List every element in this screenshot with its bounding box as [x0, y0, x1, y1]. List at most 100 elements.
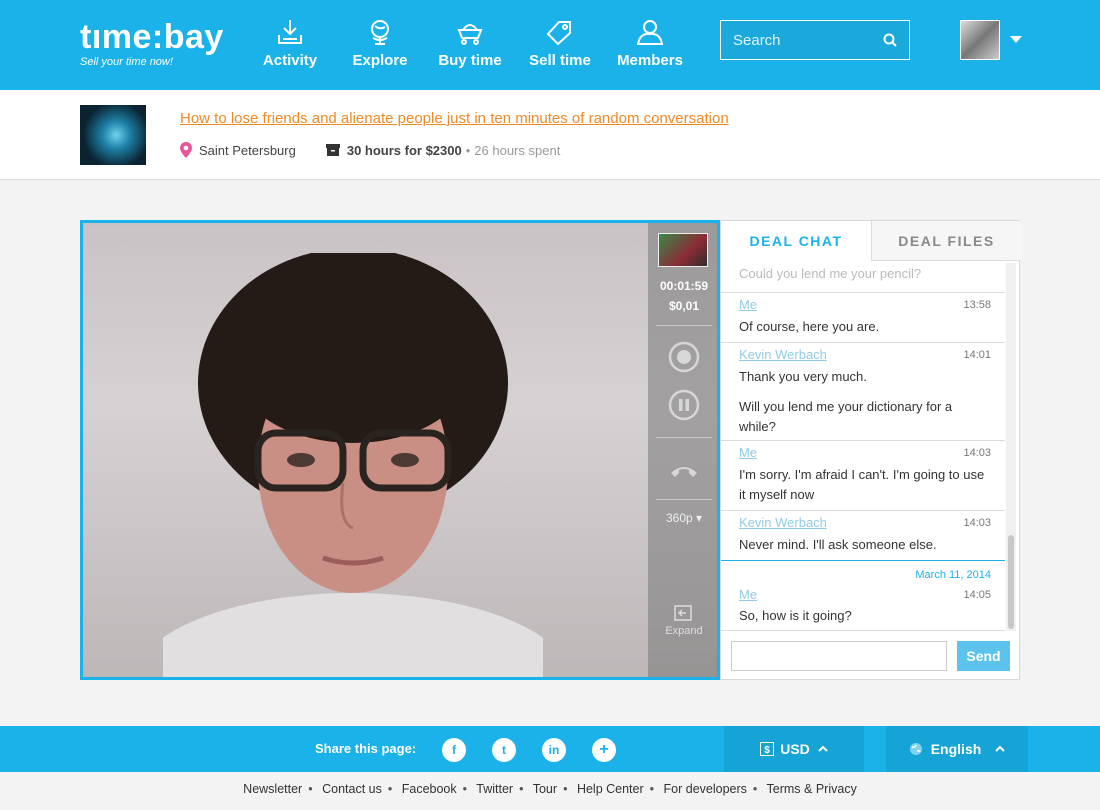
logo-text: tıme:bay	[80, 18, 224, 56]
footer-bar: Share this page: f t in + $ USD English	[0, 726, 1100, 772]
nav-buy-time-label: Buy time	[438, 52, 502, 69]
deal-thumbnail[interactable]	[80, 105, 146, 165]
nav-explore[interactable]: Explore	[335, 18, 425, 69]
deal-location: Saint Petersburg	[199, 142, 296, 158]
message-time: 14:01	[963, 349, 991, 361]
chat-message-input[interactable]	[731, 641, 947, 671]
footer-link-terms[interactable]: Terms & Privacy	[767, 782, 857, 796]
chat-scrollbar[interactable]	[1006, 263, 1016, 631]
chevron-up-icon	[995, 745, 1005, 752]
message-author[interactable]: Me	[739, 297, 757, 312]
footer-links: Newsletter • Contact us • Facebook • Twitte…	[243, 782, 857, 796]
search-input[interactable]	[733, 31, 873, 49]
divider	[656, 499, 712, 500]
globe-icon	[909, 743, 922, 755]
search-box	[720, 20, 910, 60]
message-time: 14:03	[963, 447, 991, 459]
chat-message: Me 13:58 Of course, here you are.	[721, 293, 1005, 343]
svg-text:$: $	[764, 745, 770, 756]
meta-separator: •	[465, 142, 471, 158]
globe-icon	[371, 20, 389, 45]
video-call-area[interactable]: 00:01:59 $0,01 360p ▾ Expand	[80, 220, 720, 680]
share-label: Share this page:	[315, 741, 417, 756]
nav-activity-label: Activity	[262, 52, 318, 69]
hang-up-phone-icon[interactable]	[668, 455, 700, 487]
chat-message: Could you lend me your pencil?	[721, 261, 1005, 293]
expand-label[interactable]: Expand	[648, 625, 717, 637]
message-text: So, how is it going?	[739, 608, 852, 623]
nav-sell-time-label: Sell time	[529, 52, 591, 69]
footer-link-contact[interactable]: Contact us	[322, 782, 382, 796]
chat-message-list: Could you lend me your pencil? Me 13:58 …	[721, 261, 1005, 631]
footer-link-tour[interactable]: Tour	[533, 782, 557, 796]
twitter-icon[interactable]: t	[492, 738, 516, 762]
message-text: Never mind. I'll ask someone else.	[739, 537, 937, 552]
nav-members[interactable]: Members	[605, 18, 695, 69]
chat-message: March 11, 2014 Me 14:05 So, how is it go…	[721, 561, 1005, 631]
message-text: Thank you very much.	[739, 369, 867, 384]
message-time: 13:58	[963, 299, 991, 311]
top-navigation-bar: tıme:bay Sell your time now! Activity Ex…	[0, 0, 1100, 90]
user-avatar[interactable]	[960, 20, 1000, 60]
video-controls-panel: 00:01:59 $0,01 360p ▾ Expand	[648, 223, 717, 677]
record-icon[interactable]	[668, 341, 700, 373]
download-tray-icon	[278, 20, 302, 44]
chat-message: Me 14:03 I'm sorry. I'm afraid I can't. …	[721, 441, 1005, 511]
footer-link-twitter[interactable]: Twitter	[476, 782, 513, 796]
nav-activity[interactable]: Activity	[245, 18, 335, 69]
chevron-up-icon	[818, 745, 828, 752]
deal-chat-panel: DEAL CHAT DEAL FILES Could you lend me y…	[720, 220, 1021, 680]
tab-deal-files[interactable]: DEAL FILES	[871, 221, 1021, 261]
deal-meta: Saint Petersburg 30 hours for $2300 • 26…	[180, 142, 560, 158]
nav-sell-time[interactable]: Sell time	[515, 18, 605, 69]
message-author[interactable]: Me	[739, 587, 757, 602]
shopping-cart-icon	[457, 24, 483, 45]
pause-icon[interactable]	[668, 389, 700, 421]
deal-title-link[interactable]: How to lose friends and alienate people …	[180, 110, 729, 127]
expand-icon[interactable]	[674, 605, 692, 621]
message-text: Could you lend me your pencil?	[739, 266, 922, 281]
footer-link-newsletter[interactable]: Newsletter	[243, 782, 302, 796]
facebook-icon[interactable]: f	[442, 738, 466, 762]
currency-value: USD	[780, 741, 810, 757]
message-author[interactable]: Kevin Werbach	[739, 347, 827, 362]
footer-link-facebook[interactable]: Facebook	[402, 782, 457, 796]
currency-selector[interactable]: $ USD	[724, 726, 864, 772]
logo-tagline: Sell your time now!	[80, 56, 173, 68]
language-value: English	[930, 741, 982, 757]
message-author[interactable]: Me	[739, 445, 757, 460]
footer-link-help-center[interactable]: Help Center	[577, 782, 644, 796]
footer-link-developers[interactable]: For developers	[664, 782, 747, 796]
language-selector[interactable]: English	[886, 726, 1028, 772]
logo[interactable]: tıme:bay Sell your time now!	[80, 18, 224, 68]
archive-box-icon	[325, 144, 340, 156]
self-view-thumbnail[interactable]	[658, 233, 708, 267]
remote-video-feed	[163, 253, 543, 677]
search-icon[interactable]	[883, 33, 897, 47]
linkedin-icon[interactable]: in	[542, 738, 566, 762]
chat-message: Kevin Werbach 14:03 Never mind. I'll ask…	[721, 511, 1005, 561]
tab-deal-chat[interactable]: DEAL CHAT	[721, 221, 871, 261]
message-time: 14:05	[963, 589, 991, 601]
scrollbar-thumb[interactable]	[1008, 535, 1014, 629]
message-date: March 11, 2014	[915, 569, 991, 581]
message-author[interactable]: Kevin Werbach	[739, 515, 827, 530]
deal-hours-price: 30 hours for $2300	[346, 142, 462, 158]
more-share-icon[interactable]: +	[592, 738, 616, 762]
call-timer: 00:01:59	[659, 279, 709, 293]
send-button[interactable]: Send	[957, 641, 1010, 671]
chevron-down-icon[interactable]	[1010, 36, 1022, 43]
call-cost: $0,01	[668, 299, 700, 313]
price-tag-icon	[546, 21, 571, 46]
video-quality-select[interactable]: 360p ▾	[648, 511, 717, 525]
divider	[656, 437, 712, 438]
chat-message: Kevin Werbach 14:01 Thank you very much.…	[721, 343, 1005, 441]
divider	[656, 325, 712, 326]
deal-hours-spent: 26 hours spent	[474, 142, 561, 158]
message-text: Will you lend me your dictionary for a w…	[739, 399, 953, 434]
nav-explore-label: Explore	[352, 52, 408, 69]
nav-buy-time[interactable]: Buy time	[425, 18, 515, 69]
nav-members-label: Members	[617, 52, 683, 69]
location-pin-icon	[180, 142, 192, 158]
message-text: Of course, here you are.	[739, 319, 880, 334]
